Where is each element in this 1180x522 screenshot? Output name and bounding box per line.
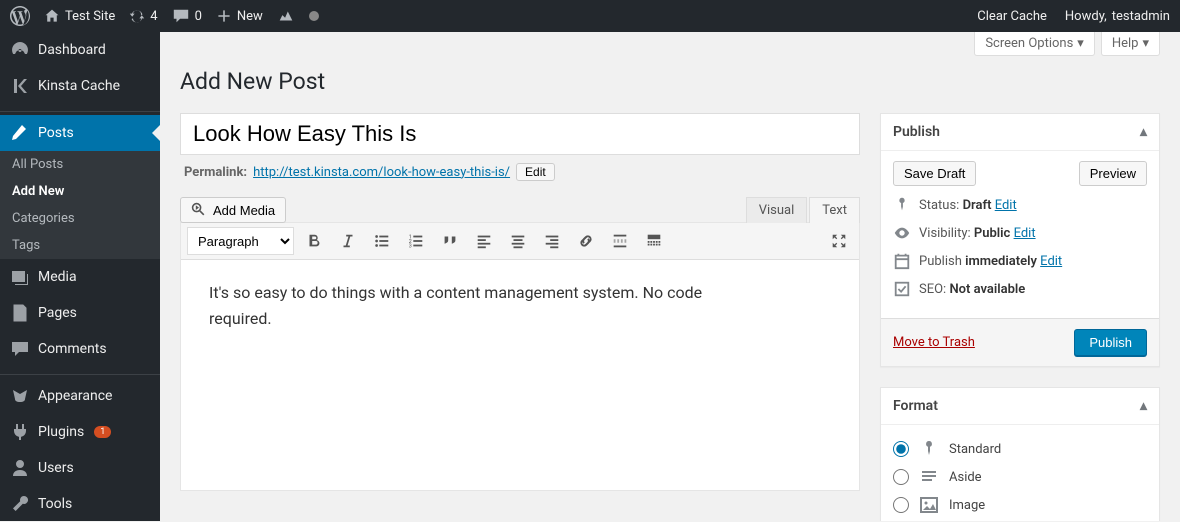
caret-down-icon: ▾ <box>1142 36 1149 51</box>
sidebar-item-plugins[interactable]: Plugins1 <box>0 414 160 450</box>
howdy-user[interactable]: Howdy, testadmin <box>1065 9 1170 24</box>
sidebar-item-dashboard[interactable]: Dashboard <box>0 32 160 68</box>
permalink-label: Permalink: <box>184 165 247 180</box>
clear-cache-link[interactable]: Clear Cache <box>977 9 1047 24</box>
publish-button[interactable]: Publish <box>1074 329 1147 356</box>
pin-icon <box>919 439 939 459</box>
add-media-button[interactable]: Add Media <box>180 197 286 223</box>
site-home-link[interactable]: Test Site <box>44 8 115 24</box>
wp-logo[interactable] <box>10 6 30 26</box>
seo-icon[interactable] <box>277 7 295 25</box>
bullet-list-button[interactable] <box>368 227 396 255</box>
align-center-button[interactable] <box>504 227 532 255</box>
permalink-url[interactable]: http://test.kinsta.com/look-how-easy-thi… <box>253 165 510 180</box>
aside-icon <box>919 467 939 487</box>
publish-box: Publish▴ Save Draft Preview Status: Draf… <box>880 113 1160 367</box>
align-left-button[interactable] <box>470 227 498 255</box>
pin-icon <box>893 196 911 214</box>
sidebar-item-posts[interactable]: Posts <box>0 115 160 151</box>
edit-schedule-link[interactable]: Edit <box>1040 254 1062 269</box>
sidebar-item-kinsta[interactable]: Kinsta Cache <box>0 68 160 104</box>
plugins-update-badge: 1 <box>94 426 111 438</box>
editor-tab-visual[interactable]: Visual <box>746 197 808 223</box>
eye-icon <box>893 224 911 242</box>
sidebar-item-pages[interactable]: Pages <box>0 295 160 331</box>
format-box-header[interactable]: Format▴ <box>881 388 1159 425</box>
sidebar-item-users[interactable]: Users <box>0 450 160 486</box>
fullscreen-button[interactable] <box>825 227 853 255</box>
preview-button[interactable]: Preview <box>1079 161 1147 186</box>
image-icon <box>919 495 939 515</box>
schedule-line: Publish immediately Edit <box>893 252 1147 270</box>
editor-tab-text[interactable]: Text <box>809 197 860 223</box>
format-standard[interactable]: Standard <box>893 435 1147 463</box>
edit-status-link[interactable]: Edit <box>995 198 1017 213</box>
toolbar-toggle-button[interactable] <box>640 227 668 255</box>
status-dot-icon <box>309 11 319 21</box>
updates-count: 4 <box>150 9 157 24</box>
sidebar-sub-add-new[interactable]: Add New <box>0 178 160 205</box>
align-right-button[interactable] <box>538 227 566 255</box>
format-select[interactable]: Paragraph <box>187 227 294 255</box>
format-box: Format▴ Standard Aside Image Video <box>880 387 1160 521</box>
visibility-line: Visibility: Public Edit <box>893 224 1147 242</box>
sidebar-item-media[interactable]: Media <box>0 259 160 295</box>
editor-toolbar: Paragraph 123 <box>181 223 859 260</box>
status-line: Status: Draft Edit <box>893 196 1147 214</box>
readmore-button[interactable] <box>606 227 634 255</box>
permalink-edit-button[interactable]: Edit <box>516 163 555 181</box>
numbered-list-button[interactable]: 123 <box>402 227 430 255</box>
move-to-trash-link[interactable]: Move to Trash <box>893 335 975 350</box>
new-label: New <box>237 9 263 24</box>
screen-options-tab[interactable]: Screen Options ▾ <box>974 32 1095 56</box>
link-button[interactable] <box>572 227 600 255</box>
new-menu[interactable]: New <box>216 8 263 24</box>
sidebar-item-tools[interactable]: Tools <box>0 486 160 522</box>
site-name: Test Site <box>65 9 115 24</box>
caret-up-icon: ▴ <box>1140 398 1147 414</box>
sidebar-sub-all-posts[interactable]: All Posts <box>0 151 160 178</box>
publish-box-header[interactable]: Publish▴ <box>881 114 1159 151</box>
caret-up-icon: ▴ <box>1140 124 1147 140</box>
format-aside[interactable]: Aside <box>893 463 1147 491</box>
seo-check-icon <box>893 280 911 298</box>
editor: Paragraph 123 <box>180 222 860 491</box>
caret-down-icon: ▾ <box>1077 36 1084 51</box>
format-image[interactable]: Image <box>893 491 1147 519</box>
sidebar-sub-tags[interactable]: Tags <box>0 232 160 259</box>
updates-link[interactable]: 4 <box>129 8 157 24</box>
help-tab[interactable]: Help ▾ <box>1101 32 1160 56</box>
editor-body[interactable]: It's so easy to do things with a content… <box>181 260 741 490</box>
sidebar-item-appearance[interactable]: Appearance <box>0 378 160 414</box>
post-title-input[interactable] <box>180 113 860 155</box>
permalink-row: Permalink: http://test.kinsta.com/look-h… <box>184 163 856 181</box>
sidebar-item-comments[interactable]: Comments <box>0 331 160 367</box>
bold-button[interactable] <box>300 227 328 255</box>
comments-count: 0 <box>195 9 202 24</box>
blockquote-button[interactable] <box>436 227 464 255</box>
format-list: Standard Aside Image Video <box>881 425 1159 521</box>
sidebar-sub-categories[interactable]: Categories <box>0 205 160 232</box>
main-content: Screen Options ▾ Help ▾ Add New Post Per… <box>160 32 1180 521</box>
edit-visibility-link[interactable]: Edit <box>1014 226 1036 241</box>
admin-bar: Test Site 4 0 New Clear Cache Howdy, tes… <box>0 0 1180 32</box>
sidebar-posts-submenu: All Posts Add New Categories Tags <box>0 151 160 259</box>
save-draft-button[interactable]: Save Draft <box>893 161 976 186</box>
svg-text:3: 3 <box>409 243 412 249</box>
comments-link[interactable]: 0 <box>172 7 202 25</box>
page-title: Add New Post <box>180 68 1160 95</box>
seo-line: SEO: Not available <box>893 280 1147 298</box>
admin-sidebar: Dashboard Kinsta Cache Posts All Posts A… <box>0 32 160 521</box>
italic-button[interactable] <box>334 227 362 255</box>
calendar-icon <box>893 252 911 270</box>
